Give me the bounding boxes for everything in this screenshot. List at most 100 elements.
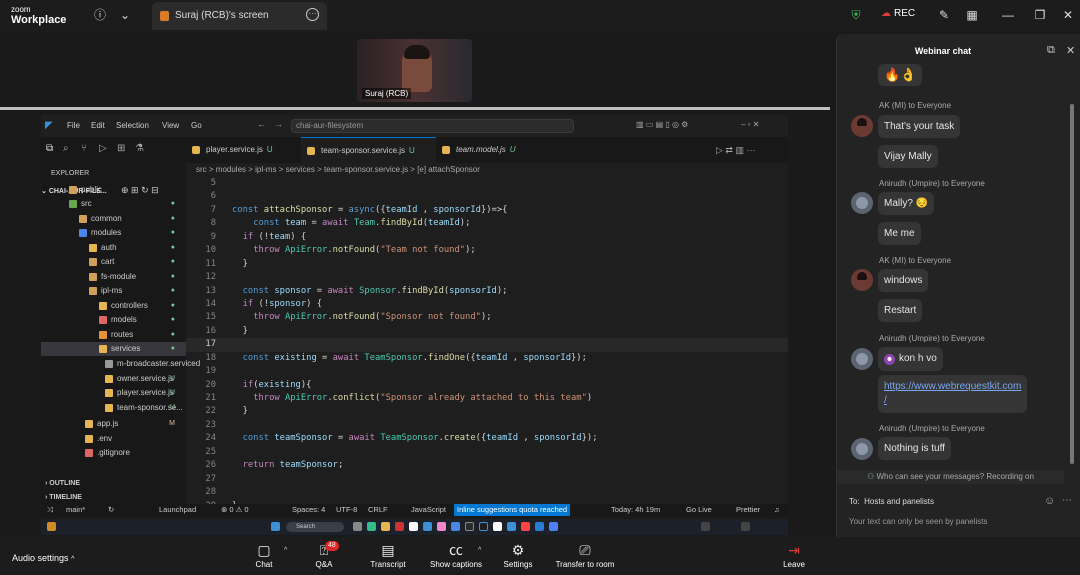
file-tree-item[interactable]: ipl-ms [89,284,122,298]
chat-message[interactable]: Me me [878,222,921,245]
qa-button[interactable]: ⍰ 48 Q&A [304,537,344,575]
file-tree-item[interactable]: modules [79,226,121,240]
recipient-selector[interactable]: To: Hosts and panelists [849,497,934,506]
code-line[interactable]: return teamSponsor; [232,459,597,472]
menu-edit[interactable]: Edit [91,121,105,130]
layout-toggle-icons[interactable]: ▥ ▭ ▤ ▯ ◎ ⚙ [636,120,688,129]
code-line[interactable] [232,419,597,432]
chat-message[interactable]: windows [878,269,929,292]
minimize-icon[interactable]: — [1000,7,1016,23]
taskbar-app-icon[interactable] [549,522,558,531]
taskbar-app-icon[interactable] [423,522,432,531]
end-of-line[interactable]: CRLF [368,505,388,514]
transcript-button[interactable]: ▤ Transcript [363,537,413,575]
code-line[interactable] [232,190,597,203]
code-line[interactable]: const team = await Team.findById(teamId)… [232,217,597,230]
chat-message[interactable]: Restart [878,299,923,322]
emoji-reaction-bubble[interactable]: 🔥👌 [878,64,923,86]
file-tree-item[interactable]: public [69,183,102,197]
sync-icon[interactable]: ↻ [108,505,114,514]
code-line[interactable]: if (!sponsor) { [232,298,597,311]
code-line[interactable] [232,446,597,459]
file-tree-item[interactable]: owner.service.js [105,372,174,386]
code-line[interactable]: const existing = await TeamSponsor.findO… [232,352,597,365]
taskbar-app-icon[interactable] [395,522,404,531]
settings-button[interactable]: ⚙ Settings [498,537,538,575]
inline-suggestions-status[interactable]: Inline suggestions quota reached [454,504,571,516]
prettier-status[interactable]: Prettier [736,505,760,514]
avatar[interactable] [851,438,873,460]
code-content[interactable]: const attachSponsor = async({teamId , sp… [232,177,597,513]
code-line[interactable] [232,365,597,378]
recording-indicator[interactable]: ☁ REC [881,8,915,19]
taskbar-app-icon[interactable] [353,522,362,531]
close-icon[interactable]: ✕ [1060,7,1076,23]
taskbar-app-icon[interactable] [381,522,390,531]
problems-count[interactable]: ⊗ 0 ⚠ 0 [221,505,249,514]
avatar[interactable] [851,192,873,214]
file-tree-item[interactable]: player.service.js [105,386,174,400]
file-tree-item[interactable]: auth [89,241,117,255]
explorer-files-icon[interactable]: ⧉ [46,143,53,154]
encoding[interactable]: UTF-8 [336,505,357,514]
menu-go[interactable]: Go [191,121,202,130]
tab-team-model[interactable]: team.model.js U [436,137,546,163]
taskbar-app-icon[interactable] [521,522,530,531]
file-tree-item[interactable]: app.js [85,417,118,431]
command-center-search[interactable]: chai-aur-filesystem [291,119,574,133]
code-line[interactable]: const sponsor = await Sponsor.findById(s… [232,285,597,298]
source-control-icon[interactable]: ⑂ [81,143,87,154]
taskbar-search[interactable]: Search [286,522,344,532]
search-icon[interactable]: ⌕ [63,143,69,154]
pop-out-icon[interactable]: ⧉ [1047,44,1055,57]
code-line[interactable] [232,177,597,190]
time-tracker[interactable]: Today: 4h 19m [611,505,660,514]
tab-player-service[interactable]: player.service.js U [186,137,301,163]
timeline-section[interactable]: › TIMELINE [45,494,82,501]
breadcrumb[interactable]: src > modules > ipl-ms > services > team… [196,163,480,177]
window-controls[interactable]: – ▫ ✕ [741,120,759,129]
chat-scrollbar[interactable] [1070,104,1074,464]
avatar[interactable] [851,348,873,370]
chat-message-link[interactable]: https://www.webrequestkit.com / [878,375,1028,413]
code-line[interactable] [232,486,597,499]
file-tree-item[interactable]: routes [99,328,133,342]
chat-message[interactable]: That's your task [878,115,961,138]
restore-icon[interactable]: ❐ [1032,7,1048,23]
avatar[interactable] [851,115,873,137]
chat-message[interactable]: Vijay Mally [878,145,938,168]
extensions-icon[interactable]: ⊞ [117,143,125,154]
code-line[interactable] [232,473,597,486]
chat-privacy-notice[interactable]: ⚇ Who can see your messages? Recording o… [837,470,1064,484]
file-tree-item[interactable]: common [79,212,122,226]
run-debug-icon[interactable]: ▷ [99,143,107,154]
code-line[interactable]: throw ApiError.notFound("Sponsor not fou… [232,311,597,324]
file-tree-item[interactable]: services [99,342,140,356]
chat-message[interactable]: ☻ kon h vo [878,347,943,371]
transfer-to-room-button[interactable]: ⎚ Transfer to room [549,537,621,575]
chat-options-caret[interactable]: ^ [284,547,287,554]
captions-options-caret[interactable]: ^ [478,547,481,554]
menu-view[interactable]: View [162,121,179,130]
chat-input-hint[interactable]: Your text can only be seen by panelists [849,517,987,526]
code-editor[interactable]: 5 6 7 8 9 10 11 12 13 14 15 16 17 18 19 20 21 22 23 24 25 26 2… [186,177,788,511]
windows-start-icon[interactable] [271,522,280,531]
shared-link-line1[interactable]: https://www.webrequestkit.com [884,381,1021,392]
testing-icon[interactable]: ⚗ [135,143,144,154]
file-tree-item[interactable]: cart [89,255,114,269]
file-tree-item[interactable]: .gitignore [85,446,130,460]
code-line[interactable] [232,271,597,284]
avatar[interactable] [851,269,873,291]
go-live-button[interactable]: Go Live [686,505,712,514]
view-layout-icon[interactable]: ▦ [964,7,980,23]
code-line[interactable] [232,338,597,351]
annotate-pen-icon[interactable]: ✎ [936,7,952,23]
taskbar-app-icon[interactable] [409,522,418,531]
language-mode[interactable]: JavaScript [411,505,446,514]
explorer-actions-icons[interactable]: ⊕ ⊞ ↻ ⊟ [121,185,159,196]
taskbar-app-icon[interactable] [437,522,446,531]
code-line[interactable]: throw ApiError.notFound("Team not found"… [232,244,597,257]
code-line[interactable]: } [232,405,597,418]
back-arrow-icon[interactable]: ← [257,119,266,129]
editor-actions-icons[interactable]: ▷ ⇄ ▥ ··· [716,145,755,156]
